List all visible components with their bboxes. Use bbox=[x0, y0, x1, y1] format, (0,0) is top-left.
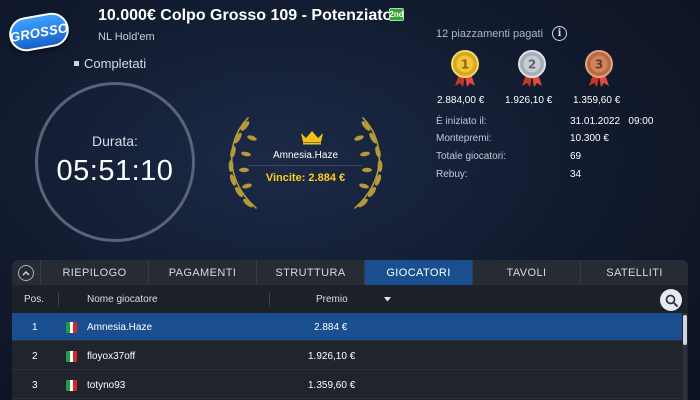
winner-prize: Vincite: 2.884 € bbox=[265, 172, 346, 184]
winner-name: Amnesia.Haze bbox=[272, 150, 339, 161]
total-players-value: 69 bbox=[570, 151, 582, 162]
winner-divider bbox=[248, 165, 363, 166]
tab-riepilogo[interactable]: RIEPILOGO bbox=[40, 260, 148, 285]
table-row[interactable]: 1 Amnesia.Haze 2.884 € bbox=[12, 313, 682, 341]
tab-giocatori[interactable]: GIOCATORI bbox=[364, 260, 472, 285]
prize-pool-label: Montepremi: bbox=[436, 133, 492, 144]
tournament-status: Completati bbox=[74, 56, 146, 71]
column-pos[interactable]: Pos. bbox=[24, 285, 44, 313]
row-prize: 2.884 € bbox=[314, 321, 348, 333]
info-icon[interactable]: i bbox=[552, 26, 567, 41]
gold-medal-icon: 1 bbox=[451, 50, 479, 87]
prize-pool-value: 10.300 € bbox=[570, 133, 609, 144]
medal-2: 2 bbox=[517, 48, 547, 93]
tab-bar: RIEPILOGO PAGAMENTI STRUTTURA GIOCATORI … bbox=[12, 260, 688, 285]
potenziato-badge: 2nd bbox=[389, 8, 404, 21]
duration-label: Durata: bbox=[92, 132, 138, 149]
svg-text:3: 3 bbox=[595, 58, 603, 72]
row-player-name: totyno93 bbox=[87, 379, 126, 391]
svg-text:2: 2 bbox=[528, 58, 536, 72]
chevron-up-icon bbox=[18, 264, 34, 281]
italy-flag-icon bbox=[66, 313, 77, 341]
grosso-logo: GROSSO bbox=[6, 8, 72, 56]
sort-caret-icon[interactable] bbox=[384, 285, 391, 313]
row-pos: 2 bbox=[32, 350, 38, 362]
row-prize: 1.926,10 € bbox=[308, 350, 356, 362]
duration-timer: Durata: 05:51:10 bbox=[35, 82, 195, 242]
row-pos: 3 bbox=[32, 379, 38, 391]
rebuy-label: Rebuy: bbox=[436, 169, 468, 180]
tournament-title: 10.000€ Colpo Grosso 109 - Potenziato bbox=[98, 7, 393, 24]
table-row[interactable]: 3 totyno93 1.359,60 € bbox=[12, 371, 682, 399]
collapse-button[interactable] bbox=[12, 260, 40, 285]
tab-tavoli[interactable]: TAVOLI bbox=[472, 260, 580, 285]
medal-1: 1 bbox=[450, 48, 480, 93]
prize-third: 1.359,60 € bbox=[573, 95, 621, 106]
start-date-label: È iniziato il: bbox=[436, 116, 487, 127]
table-row[interactable]: 2 floyox37off 1.926,10 € bbox=[12, 342, 682, 370]
scrollbar-thumb[interactable] bbox=[683, 315, 687, 345]
tab-pagamenti[interactable]: PAGAMENTI bbox=[148, 260, 256, 285]
italy-flag-icon bbox=[66, 342, 77, 370]
start-date-value: 31.01.2022 09:00 bbox=[570, 116, 654, 127]
status-square-icon bbox=[74, 61, 79, 66]
italy-flag-icon bbox=[66, 371, 77, 399]
row-player-name: Amnesia.Haze bbox=[87, 321, 153, 333]
logo-text: GROSSO bbox=[6, 10, 72, 54]
prize-second: 1.926,10 € bbox=[505, 95, 553, 106]
row-player-name: floyox37off bbox=[87, 350, 136, 362]
column-prize[interactable]: Premio bbox=[316, 285, 348, 313]
row-pos: 1 bbox=[32, 321, 38, 333]
tab-satelliti[interactable]: SATELLITI bbox=[580, 260, 688, 285]
status-label: Completati bbox=[84, 56, 147, 71]
total-players-label: Totale giocatori: bbox=[436, 151, 507, 162]
crown-icon bbox=[301, 131, 323, 145]
tab-struttura[interactable]: STRUTTURA bbox=[256, 260, 364, 285]
silver-medal-icon: 2 bbox=[518, 50, 546, 87]
search-icon bbox=[665, 294, 678, 307]
duration-value: 05:51:10 bbox=[56, 154, 174, 187]
game-variant: NL Hold'em bbox=[98, 31, 155, 43]
rebuy-value: 34 bbox=[570, 169, 582, 180]
table-header: Pos. Nome giocatore Premio bbox=[12, 285, 688, 313]
column-player-name[interactable]: Nome giocatore bbox=[87, 285, 158, 313]
bronze-medal-icon: 3 bbox=[585, 50, 613, 87]
row-prize: 1.359,60 € bbox=[308, 379, 356, 391]
prize-first: 2.884,00 € bbox=[437, 95, 485, 106]
medal-3: 3 bbox=[584, 48, 614, 93]
players-table: 1 Amnesia.Haze 2.884 € 2 floyox37off 1.9… bbox=[12, 313, 688, 400]
svg-text:1: 1 bbox=[461, 58, 469, 72]
paid-places-label: 12 piazzamenti pagati bbox=[436, 28, 544, 40]
search-button[interactable] bbox=[660, 289, 682, 311]
